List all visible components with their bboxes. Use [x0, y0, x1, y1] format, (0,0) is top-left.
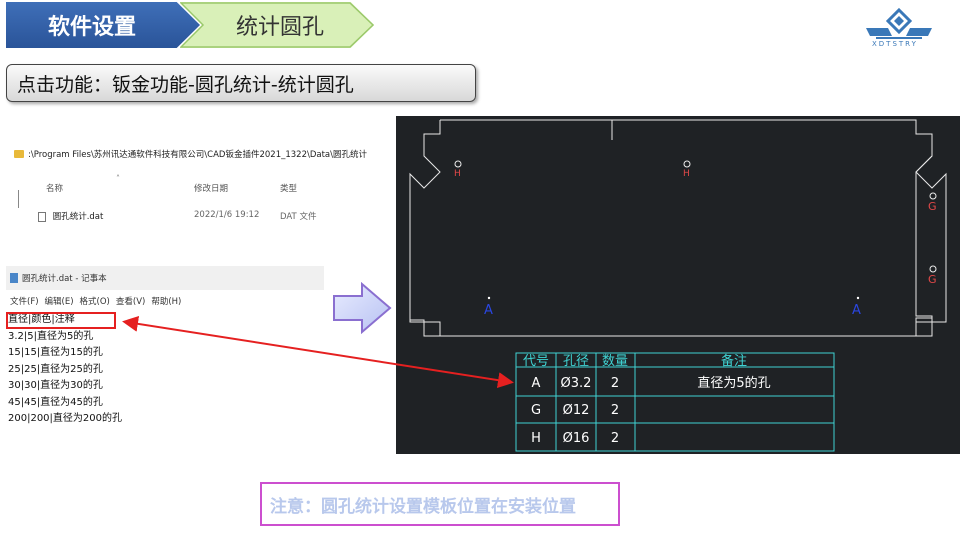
- text-line: 3.2|5|直径为5的孔: [8, 330, 94, 342]
- file-icon: [38, 211, 46, 222]
- table-cell: Ø12: [563, 403, 590, 418]
- note-box: 注意：圆孔统计设置模板位置在安装位置: [260, 482, 620, 526]
- table-cell: 2: [611, 431, 619, 446]
- menu-file[interactable]: 文件(F): [10, 295, 39, 307]
- file-modified: 2022/1/6 19:12: [194, 210, 260, 220]
- text-line: 200|200|直径为200的孔: [8, 413, 122, 424]
- menu-format[interactable]: 格式(O): [80, 295, 110, 307]
- file-row[interactable]: 圆孔统计.dat: [38, 210, 103, 222]
- hole-label-h1: H: [454, 169, 461, 179]
- hole-h2: [683, 160, 691, 168]
- table-header-remark: 备注: [721, 353, 747, 369]
- instruction-text: 点击功能：钣金功能-圆孔统计-统计圆孔: [17, 73, 354, 96]
- table-header-diameter: 孔径: [563, 354, 589, 369]
- notepad-title: 圆孔统计.dat - 记事本: [22, 274, 107, 284]
- file-type: DAT 文件: [280, 212, 317, 222]
- table-cell: Ø16: [563, 431, 590, 446]
- hole-label-a1: A: [484, 303, 493, 318]
- step-chevron-outline: [180, 2, 374, 48]
- cad-drawing-panel: H H G G A A 代号 孔径 数量 备注 A Ø3.2 2 直径为5的孔 …: [396, 116, 960, 454]
- menu-help[interactable]: 帮助(H): [151, 295, 181, 307]
- column-header-name[interactable]: 名称: [46, 182, 63, 194]
- hole-a1: [487, 296, 491, 300]
- table-header-count: 数量: [602, 354, 628, 369]
- explorer-divider: [18, 190, 19, 208]
- table-header-code: 代号: [523, 354, 549, 369]
- column-header-type[interactable]: 类型: [280, 182, 297, 194]
- text-line: 45|45|直径为45的孔: [8, 396, 103, 408]
- highlight-box: [6, 312, 116, 329]
- right-arrow-icon: [333, 282, 392, 334]
- table-cell: 2: [611, 376, 619, 391]
- notepad-titlebar: 圆孔统计.dat - 记事本: [6, 266, 324, 290]
- table-cell: G: [531, 403, 541, 418]
- hole-label-h2: H: [683, 169, 690, 179]
- explorer-path-text: :\Program Files\苏州讯达通软件科技有限公司\CAD钣金插件202…: [28, 150, 368, 160]
- instruction-box: 点击功能：钣金功能-圆孔统计-统计圆孔: [6, 64, 476, 102]
- text-line: 25|25|直径为25的孔: [8, 363, 103, 375]
- folder-icon: [14, 150, 24, 158]
- note-text: 注意：圆孔统计设置模板位置在安装位置: [270, 496, 576, 517]
- text-line: 30|30|直径为30的孔: [8, 380, 103, 391]
- hole-label-g2: G: [928, 273, 937, 286]
- table-cell: Ø3.2: [561, 376, 592, 391]
- sort-caret-icon: ˄: [116, 174, 120, 183]
- hole-h1: [454, 160, 462, 168]
- table-cell: A: [532, 376, 541, 391]
- menu-view[interactable]: 查看(V): [116, 295, 145, 307]
- explorer-address-bar[interactable]: :\Program Files\苏州讯达通软件科技有限公司\CAD钣金插件202…: [14, 148, 367, 160]
- hole-label-g1: G: [928, 200, 937, 213]
- brand-logo-text: XDTSTRY: [872, 40, 918, 48]
- file-name: 圆孔统计.dat: [52, 212, 104, 222]
- notepad-menubar: 文件(F) 编辑(E) 格式(O) 查看(V) 帮助(H): [10, 295, 181, 307]
- file-explorer-panel: :\Program Files\苏州讯达通软件科技有限公司\CAD钣金插件202…: [12, 138, 367, 246]
- hole-g2: [929, 265, 937, 273]
- hole-g1: [929, 192, 937, 200]
- table-cell: 2: [611, 403, 619, 418]
- column-header-modified[interactable]: 修改日期: [194, 182, 228, 194]
- notepad-window: 圆孔统计.dat - 记事本 文件(F) 编辑(E) 格式(O) 查看(V) 帮…: [6, 266, 324, 456]
- hole-a2: [856, 296, 860, 300]
- table-cell: 直径为5的孔: [697, 375, 770, 391]
- text-line: 15|15|直径为15的孔: [8, 347, 103, 358]
- menu-edit[interactable]: 编辑(E): [45, 295, 74, 307]
- notepad-icon: [10, 273, 18, 283]
- step-chevron-settings: 软件设置: [6, 2, 200, 48]
- cad-drawing: H H G G A A 代号 孔径 数量 备注 A Ø3.2 2 直径为5的孔 …: [409, 119, 947, 452]
- table-cell: H: [531, 431, 541, 446]
- notepad-text-area[interactable]: 直径|颜色|注释 3.2|5|直径为5的孔 15|15|直径为15的孔 25|2…: [8, 312, 122, 428]
- step-settings-label: 软件设置: [47, 15, 136, 40]
- hole-label-a2: A: [852, 303, 861, 318]
